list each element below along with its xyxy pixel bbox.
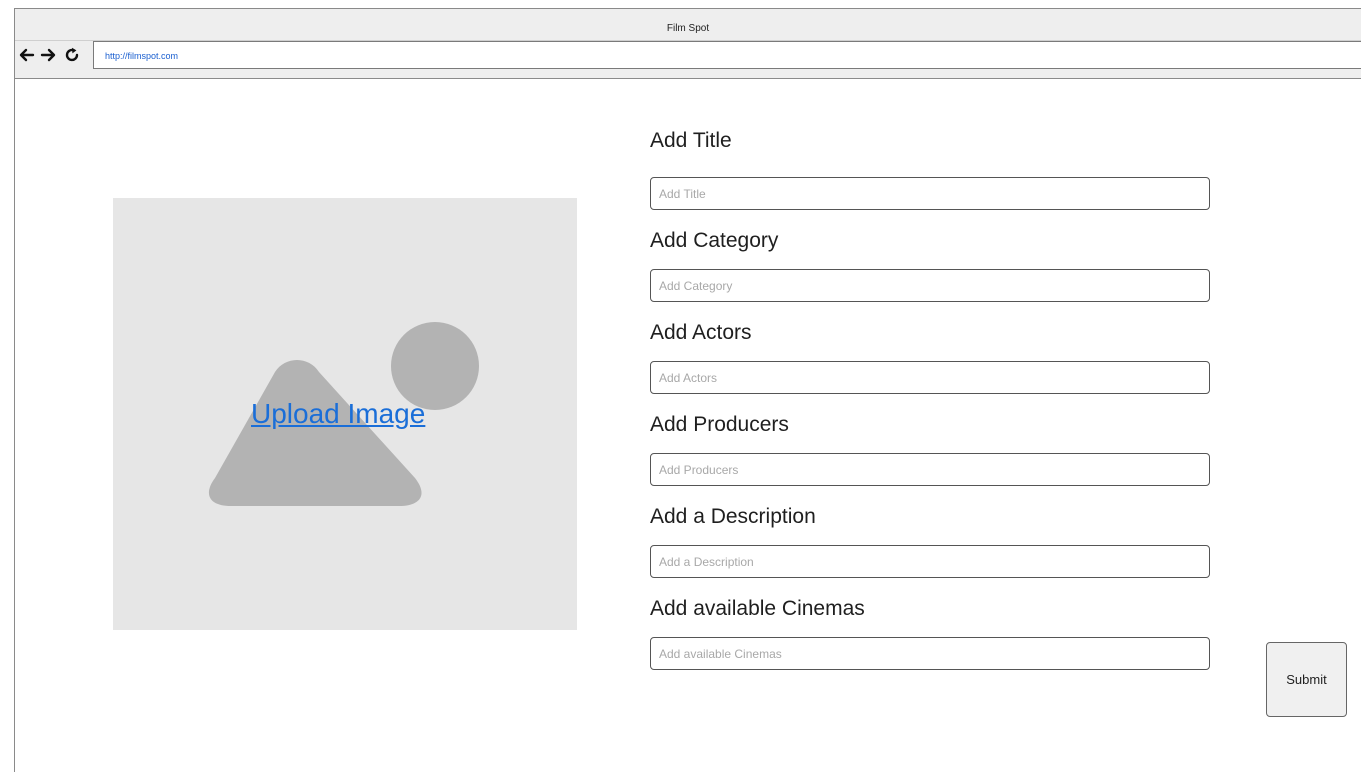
address-url: http://filmspot.com <box>105 51 179 61</box>
browser-navbar: http://filmspot.com <box>15 41 1361 79</box>
cinemas-input[interactable] <box>650 637 1210 670</box>
address-bar[interactable]: http://filmspot.com <box>93 41 1361 69</box>
category-label: Add Category <box>650 229 779 252</box>
image-upload-area[interactable]: Upload Image <box>113 198 577 630</box>
window-title: Film Spot <box>666 23 710 34</box>
cinemas-label: Add available Cinemas <box>650 597 865 620</box>
actors-label: Add Actors <box>650 321 752 344</box>
description-label: Add a Description <box>650 505 816 528</box>
window-titlebar: Film Spot <box>15 9 1361 41</box>
title-input[interactable] <box>650 177 1210 210</box>
producers-label: Add Producers <box>650 413 789 436</box>
submit-button[interactable]: Submit <box>1266 642 1347 717</box>
browser-window: Film Spot http://filmspot.com Upload Ima… <box>14 8 1361 772</box>
producers-input[interactable] <box>650 453 1210 486</box>
category-input[interactable] <box>650 269 1210 302</box>
upload-image-link[interactable]: Upload Image <box>251 398 425 430</box>
description-input[interactable] <box>650 545 1210 578</box>
actors-input[interactable] <box>650 361 1210 394</box>
back-arrow-icon[interactable] <box>19 47 35 63</box>
forward-arrow-icon[interactable] <box>40 47 56 63</box>
title-label: Add Title <box>650 129 732 152</box>
refresh-icon[interactable] <box>64 47 80 63</box>
